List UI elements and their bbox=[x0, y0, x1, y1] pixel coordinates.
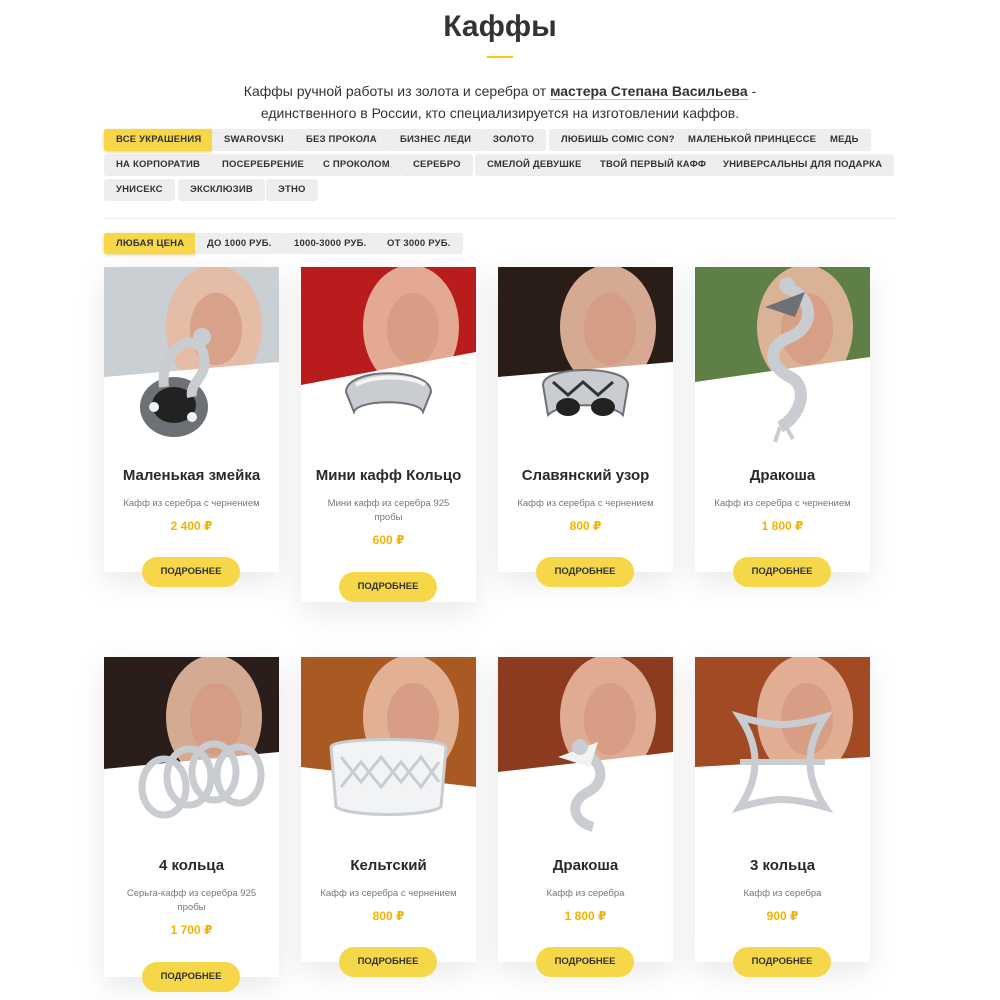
celtic-cuff-photo[interactable] bbox=[301, 657, 476, 847]
dragon-cuff-photo[interactable] bbox=[695, 267, 870, 457]
product-description: Мини кафф из серебра 925 пробы bbox=[327, 498, 450, 523]
price-chip-under-1000[interactable]: ДО 1000 РУБ. bbox=[195, 233, 284, 254]
product-description: Кафф из серебра с чернением bbox=[123, 498, 260, 509]
product-price: 1 800 ₽ bbox=[761, 519, 804, 533]
product-card-body: Кельтский Кафф из серебра с чернением 800 … bbox=[301, 847, 476, 923]
master-link[interactable]: мастера Степана Васильева bbox=[550, 83, 748, 100]
filter-chip-silver[interactable]: СЕРЕБРО bbox=[401, 154, 473, 176]
product-card[interactable]: 4 кольца Серьга-кафф из серебра 925 пробы… bbox=[104, 657, 279, 992]
details-button[interactable]: ПОДРОБНЕЕ bbox=[142, 557, 240, 587]
filter-chip-business-lady[interactable]: БИЗНЕС ЛЕДИ bbox=[388, 129, 484, 151]
filter-chip-swarovski[interactable]: SWAROVSKI bbox=[212, 129, 296, 151]
ring-ear-cuff-photo[interactable] bbox=[301, 267, 476, 457]
product-card-body: Славянский узор Кафф из серебра с чернени… bbox=[498, 457, 673, 533]
filter-chip-gold[interactable]: ЗОЛОТО bbox=[481, 129, 547, 151]
page-title: Каффы bbox=[443, 10, 557, 43]
slavic-pattern-cuff-photo[interactable] bbox=[498, 267, 673, 457]
filter-chip-little-princess[interactable]: МАЛЕНЬКОЙ ПРИНЦЕССЕ bbox=[676, 129, 829, 151]
intro-text: Каффы ручной работы из золота и серебра … bbox=[200, 80, 800, 124]
details-button[interactable]: ПОДРОБНЕЕ bbox=[733, 557, 831, 587]
title-underline bbox=[487, 56, 513, 58]
dragon-cuff-model-photo[interactable] bbox=[498, 657, 673, 847]
details-button[interactable]: ПОДРОБНЕЕ bbox=[339, 572, 437, 602]
filter-chip-ethno[interactable]: ЭТНО bbox=[266, 179, 318, 201]
product-name[interactable]: Дракоша bbox=[695, 465, 870, 487]
product-price: 600 ₽ bbox=[372, 533, 405, 547]
product-description: Серьга-кафф из серебра 925 пробы bbox=[126, 888, 257, 913]
product-photo bbox=[498, 657, 673, 847]
filter-chip-no-piercing[interactable]: БЕЗ ПРОКОЛА bbox=[294, 129, 389, 151]
product-card[interactable]: Дракоша Кафф из серебра с чернением 1 800 … bbox=[695, 267, 870, 587]
product-description: Кафф из серебра с чернением bbox=[714, 498, 851, 509]
product-card[interactable]: Маленькая змейка Кафф из серебра с чернен… bbox=[104, 267, 279, 587]
product-price: 1 800 ₽ bbox=[564, 909, 607, 923]
product-card[interactable]: Славянский узор Кафф из серебра с чернени… bbox=[498, 267, 673, 587]
product-photo bbox=[301, 657, 476, 847]
intro-text-before: Каффы ручной работы из золота и серебра … bbox=[243, 83, 551, 99]
product-card-body: Дракоша Кафф из серебра 1 800 ₽ bbox=[498, 847, 673, 923]
product-price: 900 ₽ bbox=[766, 909, 799, 923]
product-description: Кафф из серебра с чернением bbox=[320, 888, 457, 899]
product-card[interactable]: Мини кафф Кольцо Мини кафф из серебра 925… bbox=[301, 267, 476, 602]
details-button[interactable]: ПОДРОБНЕЕ bbox=[536, 557, 634, 587]
product-name[interactable]: Мини кафф Кольцо bbox=[301, 465, 476, 487]
filter-chip-bold-girl[interactable]: СМЕЛОЙ ДЕВУШКЕ bbox=[475, 154, 594, 176]
product-name[interactable]: Дракоша bbox=[498, 855, 673, 877]
product-price: 1 700 ₽ bbox=[170, 923, 213, 937]
product-card-body: 4 кольца Серьга-кафф из серебра 925 пробы… bbox=[104, 847, 279, 937]
price-chip-over-3000[interactable]: ОТ 3000 РУБ. bbox=[375, 233, 463, 254]
filter-chip-copper[interactable]: МЕДЬ bbox=[818, 129, 871, 151]
product-card-body: Мини кафф Кольцо Мини кафф из серебра 925… bbox=[301, 457, 476, 547]
product-photo bbox=[104, 267, 279, 457]
filter-chip-exclusive[interactable]: ЭКСКЛЮЗИВ bbox=[178, 179, 265, 201]
product-card[interactable]: Дракоша Кафф из серебра 1 800 ₽ ПОДРОБНЕЕ bbox=[498, 657, 673, 977]
product-price: 2 400 ₽ bbox=[170, 519, 213, 533]
product-card[interactable]: 3 кольца Кафф из серебра 900 ₽ ПОДРОБНЕЕ bbox=[695, 657, 870, 977]
product-card-body: 3 кольца Кафф из серебра 900 ₽ bbox=[695, 847, 870, 923]
product-description: Кафф из серебра bbox=[743, 888, 822, 899]
product-description: Кафф из серебра с чернением bbox=[517, 498, 654, 509]
product-card[interactable]: Кельтский Кафф из серебра с чернением 800 … bbox=[301, 657, 476, 977]
product-photo bbox=[498, 267, 673, 457]
product-name[interactable]: 3 кольца bbox=[695, 855, 870, 877]
filter-chip-first-cuff[interactable]: ТВОЙ ПЕРВЫЙ КАФФ bbox=[588, 154, 719, 176]
price-chip-any[interactable]: ЛЮБАЯ ЦЕНА bbox=[104, 233, 197, 254]
product-name[interactable]: Славянский узор bbox=[498, 465, 673, 487]
product-photo bbox=[104, 657, 279, 847]
filters-divider bbox=[104, 218, 896, 219]
details-button[interactable]: ПОДРОБНЕЕ bbox=[142, 962, 240, 992]
three-rings-cuff-photo[interactable] bbox=[695, 657, 870, 847]
details-button[interactable]: ПОДРОБНЕЕ bbox=[536, 947, 634, 977]
product-name[interactable]: 4 кольца bbox=[104, 855, 279, 877]
product-photo bbox=[695, 267, 870, 457]
product-photo bbox=[695, 657, 870, 847]
snake-ear-cuff-photo[interactable] bbox=[104, 267, 279, 457]
product-card-body: Дракоша Кафф из серебра с чернением 1 800 … bbox=[695, 457, 870, 533]
filter-chip-corporate[interactable]: НА КОРПОРАТИВ bbox=[104, 154, 213, 176]
product-card-body: Маленькая змейка Кафф из серебра с чернен… bbox=[104, 457, 279, 533]
product-description: Кафф из серебра bbox=[546, 888, 625, 899]
details-button[interactable]: ПОДРОБНЕЕ bbox=[733, 947, 831, 977]
filter-chip-silver-plating[interactable]: ПОСЕРЕБРЕНИЕ bbox=[210, 154, 317, 176]
product-price: 800 ₽ bbox=[569, 519, 602, 533]
details-button[interactable]: ПОДРОБНЕЕ bbox=[339, 947, 437, 977]
four-rings-cuff-photo[interactable] bbox=[104, 657, 279, 847]
product-price: 800 ₽ bbox=[372, 909, 405, 923]
product-name[interactable]: Маленькая змейка bbox=[104, 465, 279, 487]
filter-chip-comic-con[interactable]: ЛЮБИШЬ COMIC CON? bbox=[549, 129, 687, 151]
filter-chip-universal-gift[interactable]: УНИВЕРСАЛЬНЫ ДЛЯ ПОДАРКА bbox=[711, 154, 895, 176]
filter-chip-unisex[interactable]: УНИСЕКС bbox=[104, 179, 175, 201]
product-name[interactable]: Кельтский bbox=[301, 855, 476, 877]
filter-chip-all[interactable]: ВСЕ УКРАШЕНИЯ bbox=[104, 129, 214, 151]
price-chip-1000-3000[interactable]: 1000-3000 РУБ. bbox=[282, 233, 379, 254]
product-photo bbox=[301, 267, 476, 457]
filter-chip-with-piercing[interactable]: С ПРОКОЛОМ bbox=[311, 154, 402, 176]
